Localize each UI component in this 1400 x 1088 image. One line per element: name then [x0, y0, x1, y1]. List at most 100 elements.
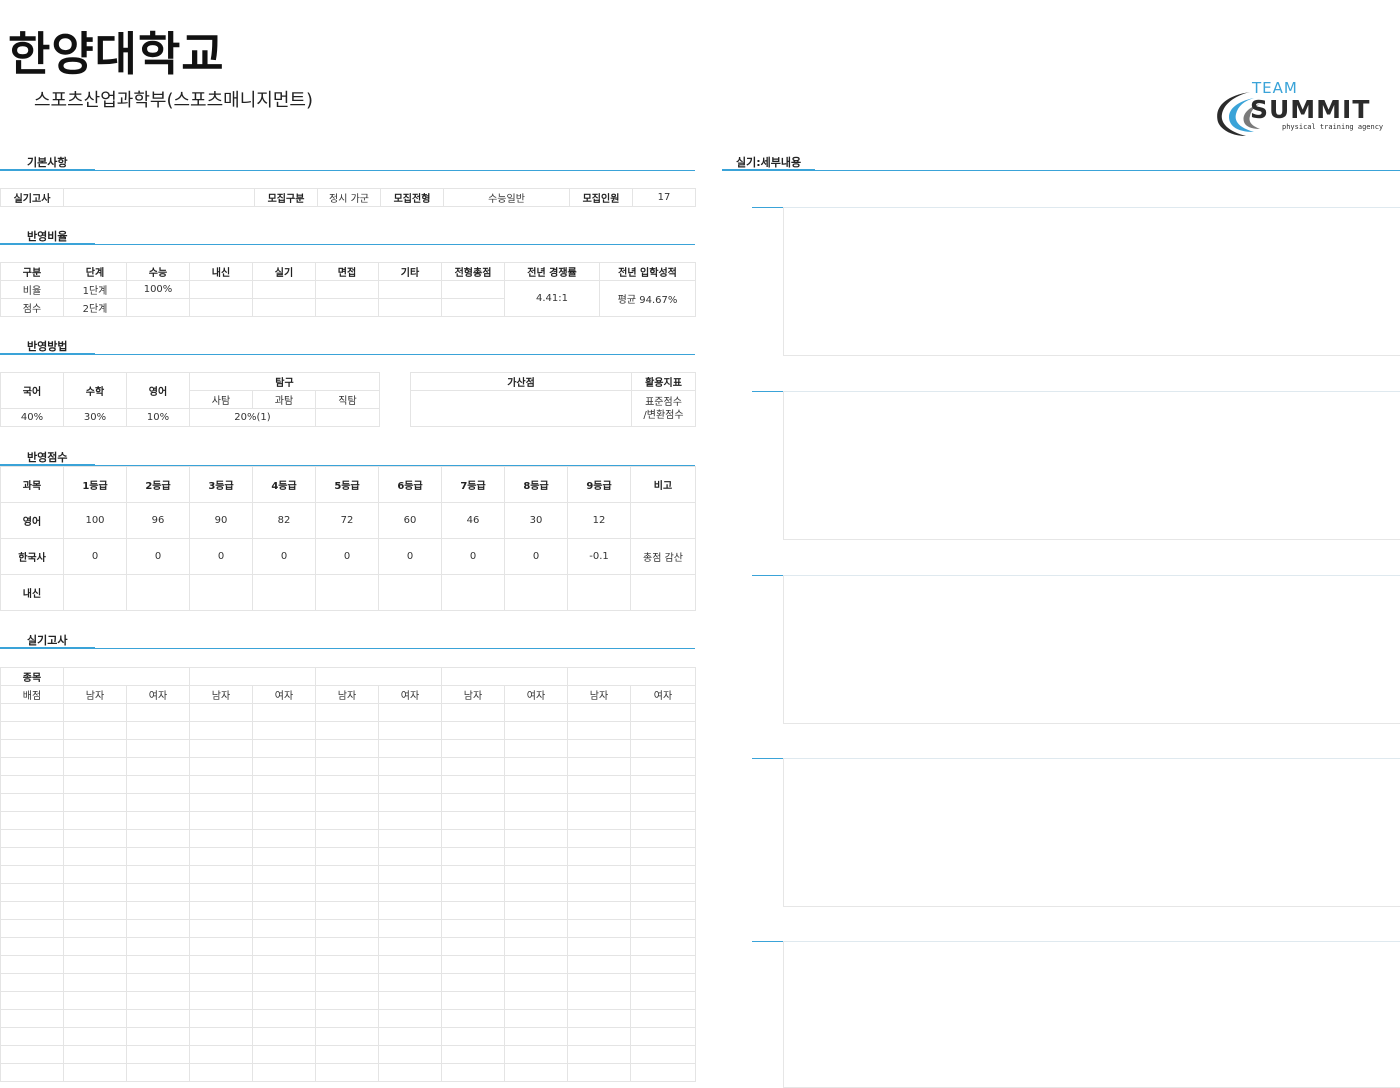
practical-cell[interactable] — [126, 811, 190, 830]
practical-cell[interactable] — [315, 847, 379, 866]
practical-cell[interactable] — [504, 811, 568, 830]
practical-cell[interactable] — [63, 991, 127, 1010]
practical-cell[interactable] — [378, 1027, 442, 1046]
practical-cell[interactable] — [252, 757, 316, 776]
practical-cell[interactable] — [441, 847, 505, 866]
practical-cell[interactable] — [378, 793, 442, 812]
practical-cell[interactable] — [504, 1063, 568, 1082]
score-cell[interactable]: 90 — [189, 502, 253, 539]
practical-cell[interactable] — [567, 757, 631, 776]
practical-cell[interactable] — [63, 739, 127, 758]
score-cell[interactable] — [126, 574, 190, 611]
practical-cell[interactable] — [504, 1045, 568, 1064]
practical-cell[interactable] — [189, 991, 253, 1010]
practical-cell[interactable] — [0, 973, 64, 992]
practical-cell[interactable] — [0, 793, 64, 812]
practical-cell[interactable] — [252, 721, 316, 740]
practical-cell[interactable] — [315, 991, 379, 1010]
practical-cell[interactable] — [504, 919, 568, 938]
practical-event-cell[interactable] — [567, 667, 696, 686]
practical-cell[interactable] — [567, 775, 631, 794]
ratio-cell[interactable] — [378, 298, 442, 317]
ratio-cell[interactable] — [378, 280, 442, 299]
practical-cell[interactable] — [63, 973, 127, 992]
practical-cell[interactable] — [63, 955, 127, 974]
practical-cell[interactable] — [189, 865, 253, 884]
practical-cell[interactable] — [0, 721, 64, 740]
practical-cell[interactable] — [315, 703, 379, 722]
practical-cell[interactable] — [630, 775, 696, 794]
score-cell[interactable] — [315, 574, 379, 611]
practical-cell[interactable] — [63, 883, 127, 902]
practical-cell[interactable] — [0, 847, 64, 866]
practical-cell[interactable] — [441, 955, 505, 974]
practical-cell[interactable] — [189, 919, 253, 938]
score-cell[interactable]: 0 — [63, 538, 127, 575]
practical-cell[interactable] — [63, 757, 127, 776]
practical-cell[interactable] — [567, 901, 631, 920]
practical-cell[interactable] — [189, 1009, 253, 1028]
practical-cell[interactable] — [189, 739, 253, 758]
practical-cell[interactable] — [378, 973, 442, 992]
practical-cell[interactable] — [252, 1027, 316, 1046]
practical-cell[interactable] — [504, 721, 568, 740]
score-cell[interactable] — [504, 574, 568, 611]
practical-cell[interactable] — [378, 721, 442, 740]
practical-cell[interactable] — [315, 811, 379, 830]
practical-cell[interactable] — [567, 1063, 631, 1082]
practical-cell[interactable] — [63, 919, 127, 938]
practical-cell[interactable] — [630, 811, 696, 830]
practical-cell[interactable] — [126, 1009, 190, 1028]
score-cell[interactable]: 46 — [441, 502, 505, 539]
practical-cell[interactable] — [189, 1027, 253, 1046]
practical-cell[interactable] — [315, 757, 379, 776]
practical-event-cell[interactable] — [315, 667, 442, 686]
practical-cell[interactable] — [63, 901, 127, 920]
practical-cell[interactable] — [0, 829, 64, 848]
practical-cell[interactable] — [378, 775, 442, 794]
practical-cell[interactable] — [630, 901, 696, 920]
practical-cell[interactable] — [441, 721, 505, 740]
score-cell[interactable]: 72 — [315, 502, 379, 539]
practical-cell[interactable] — [0, 991, 64, 1010]
practical-cell[interactable] — [252, 829, 316, 848]
practical-cell[interactable] — [630, 739, 696, 758]
score-cell[interactable]: 0 — [189, 538, 253, 575]
practical-cell[interactable] — [378, 1063, 442, 1082]
practical-cell[interactable] — [0, 901, 64, 920]
method-korean-value[interactable]: 40% — [0, 408, 64, 427]
score-cell[interactable]: 30 — [504, 502, 568, 539]
method-math-value[interactable]: 30% — [63, 408, 127, 427]
practical-cell[interactable] — [63, 1063, 127, 1082]
score-cell[interactable] — [378, 574, 442, 611]
recruit-type-value[interactable]: 정시 가군 — [317, 188, 381, 207]
practical-cell[interactable] — [315, 1009, 379, 1028]
practical-cell[interactable] — [252, 955, 316, 974]
practical-cell[interactable] — [567, 991, 631, 1010]
practical-cell[interactable] — [630, 1009, 696, 1028]
practical-cell[interactable] — [504, 1009, 568, 1028]
practical-cell[interactable] — [567, 919, 631, 938]
practical-cell[interactable] — [0, 703, 64, 722]
practical-cell[interactable] — [504, 1027, 568, 1046]
practical-cell[interactable] — [567, 811, 631, 830]
practical-cell[interactable] — [252, 937, 316, 956]
detail-panel[interactable] — [783, 758, 1400, 907]
practical-cell[interactable] — [126, 1063, 190, 1082]
score-cell[interactable]: 0 — [252, 538, 316, 575]
practical-cell[interactable] — [504, 883, 568, 902]
practical-cell[interactable] — [315, 1063, 379, 1082]
score-cell[interactable]: 96 — [126, 502, 190, 539]
practical-cell[interactable] — [378, 991, 442, 1010]
practical-cell[interactable] — [567, 793, 631, 812]
practical-cell[interactable] — [504, 865, 568, 884]
score-note[interactable] — [630, 574, 696, 611]
practical-cell[interactable] — [252, 739, 316, 758]
practical-cell[interactable] — [315, 973, 379, 992]
practical-cell[interactable] — [504, 703, 568, 722]
practical-cell[interactable] — [378, 1009, 442, 1028]
score-cell[interactable]: 0 — [315, 538, 379, 575]
practical-cell[interactable] — [189, 811, 253, 830]
practical-cell[interactable] — [126, 793, 190, 812]
practical-cell[interactable] — [189, 1063, 253, 1082]
